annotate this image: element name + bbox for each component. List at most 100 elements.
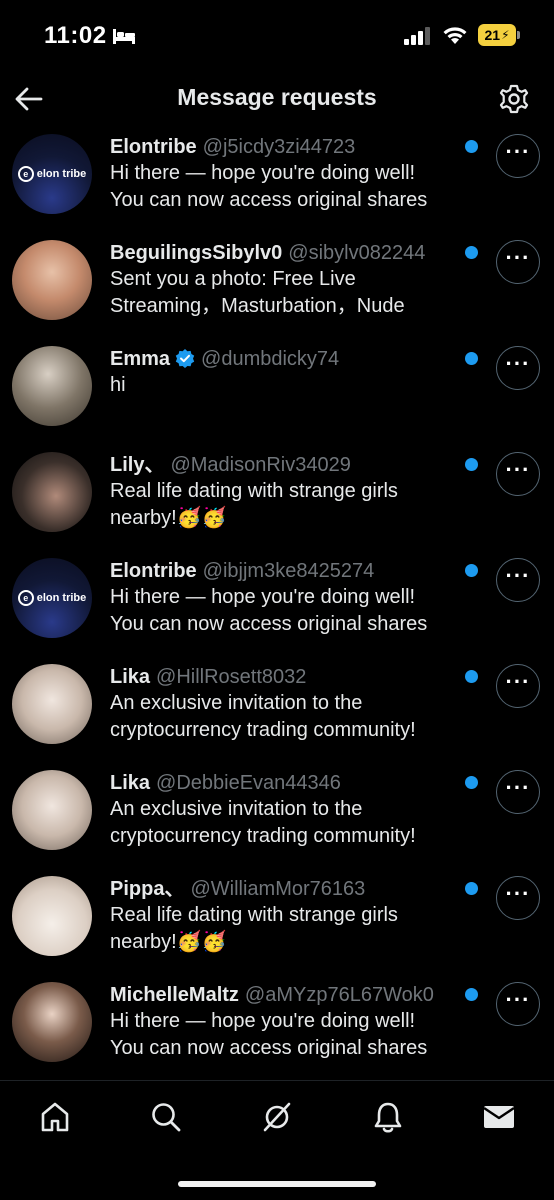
avatar[interactable]: [12, 770, 92, 850]
sender-name: Pippa、: [110, 878, 185, 900]
preview-line-1: Real life dating with strange girls: [110, 904, 398, 926]
battery-level: 21: [484, 27, 501, 43]
preview-line-1: Sent you a photo: Free Live: [110, 268, 356, 290]
sender-name: BeguilingsSibylv0: [110, 242, 283, 264]
gear-icon[interactable]: [498, 83, 530, 115]
more-options-button[interactable]: ···: [496, 558, 540, 602]
message-request-row[interactable]: Pippa、 @WilliamMor76163 Real life dating …: [0, 872, 554, 978]
bell-icon[interactable]: [370, 1099, 406, 1135]
sender-handle: @j5icdy3zi44723: [202, 136, 356, 158]
avatar[interactable]: e elon tribe: [12, 558, 92, 638]
sender-name: Emma: [110, 348, 171, 370]
search-icon[interactable]: [148, 1099, 184, 1135]
preview-line-2: cryptocurrency trading community!: [110, 825, 416, 847]
unread-dot-icon: [465, 246, 478, 259]
elon-tribe-logo: e elon tribe: [17, 590, 87, 606]
more-options-button[interactable]: ···: [496, 134, 540, 178]
message-request-row[interactable]: Lily、 @MadisonRiv34029 Real life dating w…: [0, 448, 554, 554]
home-indicator[interactable]: [178, 1181, 376, 1187]
row-header: Emma @dumbdicky74: [110, 346, 464, 372]
more-options-button[interactable]: ···: [496, 452, 540, 496]
avatar[interactable]: [12, 346, 92, 426]
elon-tribe-logo: e elon tribe: [17, 166, 86, 182]
sender-handle: @WilliamMor76163: [190, 878, 366, 900]
avatar[interactable]: [12, 982, 92, 1062]
message-preview: Sent you a photo: Free Live Streaming，Mas…: [110, 266, 470, 320]
sender-handle: @sibylv082244: [288, 242, 426, 264]
preview-line-2: nearby!🥳🥳: [110, 507, 227, 529]
avatar[interactable]: [12, 452, 92, 532]
unread-dot-icon: [465, 564, 478, 577]
message-request-row[interactable]: e elon tribe Elontribe @j5icdy3zi44723 Hi …: [0, 130, 554, 236]
message-preview: Hi there — hope you're doing well! You ca…: [110, 160, 470, 214]
avatar[interactable]: [12, 664, 92, 744]
sender-handle: @ibjjm3ke8425274: [202, 560, 375, 582]
sender-handle: @aMYzp76L67Wok0: [244, 984, 434, 1006]
more-options-button[interactable]: ···: [496, 876, 540, 920]
avatar[interactable]: [12, 240, 92, 320]
unread-dot-icon: [465, 882, 478, 895]
grok-icon[interactable]: [259, 1099, 295, 1135]
sender-name: Lily、: [110, 454, 165, 476]
sleep-focus-icon: [113, 29, 135, 44]
wifi-icon: [443, 27, 467, 44]
row-header: MichelleMaltz @aMYzp76L67Wok0: [110, 982, 464, 1008]
preview-line-2: Streaming，Masturbation，Nude: [110, 295, 405, 317]
preview-line-2: cryptocurrency trading community!: [110, 719, 416, 741]
more-options-button[interactable]: ···: [496, 346, 540, 390]
status-time: 11:02: [44, 22, 107, 49]
message-preview: Hi there — hope you're doing well! You ca…: [110, 1008, 470, 1062]
row-header: Lika @HillRosett8032: [110, 664, 464, 690]
message-preview: Hi there — hope you're doing well! You ca…: [110, 584, 470, 638]
message-preview: An exclusive invitation to the cryptocurr…: [110, 690, 470, 744]
avatar[interactable]: e elon tribe: [12, 134, 92, 214]
avatar[interactable]: [12, 876, 92, 956]
preview-line-2: nearby!🥳🥳: [110, 931, 227, 953]
sender-name: Elontribe: [110, 560, 197, 582]
elon-tribe-mark-icon: e: [17, 166, 34, 182]
unread-dot-icon: [465, 988, 478, 1001]
row-header: Lika @DebbieEvan44346: [110, 770, 464, 796]
preview-line-1: An exclusive invitation to the: [110, 692, 363, 714]
more-options-button[interactable]: ···: [496, 982, 540, 1026]
preview-line-2: You can now access original shares: [110, 1037, 428, 1059]
row-header: Elontribe @ibjjm3ke8425274: [110, 558, 464, 584]
message-request-row[interactable]: e elon tribe Elontribe @ibjjm3ke8425274 Hi…: [0, 554, 554, 660]
more-options-button[interactable]: ···: [496, 240, 540, 284]
message-preview: Real life dating with strange girls nearb…: [110, 478, 470, 532]
sender-name: Elontribe: [110, 136, 197, 158]
more-options-button[interactable]: ···: [496, 770, 540, 814]
message-preview: An exclusive invitation to the cryptocurr…: [110, 796, 470, 850]
signal-icon: [404, 27, 430, 45]
unread-dot-icon: [465, 776, 478, 789]
unread-dot-icon: [465, 140, 478, 153]
preview-line-2: You can now access original shares: [110, 189, 428, 211]
message-request-row[interactable]: Emma @dumbdicky74 hi ···: [0, 342, 554, 448]
row-header: BeguilingsSibylv0 @sibylv082244: [110, 240, 464, 266]
home-icon[interactable]: [37, 1099, 73, 1135]
page-title: Message requests: [177, 84, 377, 110]
message-request-row[interactable]: MichelleMaltz @aMYzp76L67Wok0 Hi there — …: [0, 978, 554, 1080]
sender-name: Lika: [110, 772, 151, 794]
preview-line-1: hi: [110, 374, 126, 396]
preview-line-1: An exclusive invitation to the: [110, 798, 363, 820]
preview-line-1: Hi there — hope you're doing well!: [110, 162, 416, 184]
row-header: Elontribe @j5icdy3zi44723: [110, 134, 464, 160]
sender-handle: @HillRosett8032: [156, 666, 307, 688]
message-preview: hi: [110, 372, 470, 399]
message-request-row[interactable]: BeguilingsSibylv0 @sibylv082244 Sent you …: [0, 236, 554, 342]
message-request-row[interactable]: Lika @HillRosett8032 An exclusive invitat…: [0, 660, 554, 766]
preview-line-2: You can now access original shares: [110, 613, 428, 635]
message-preview: Real life dating with strange girls nearb…: [110, 902, 470, 956]
more-options-button[interactable]: ···: [496, 664, 540, 708]
battery-indicator: 21 ⚡: [478, 24, 516, 46]
unread-dot-icon: [465, 458, 478, 471]
mail-icon[interactable]: [481, 1099, 517, 1135]
preview-line-1: Hi there — hope you're doing well!: [110, 1010, 416, 1032]
row-header: Lily、 @MadisonRiv34029: [110, 452, 464, 478]
sender-handle: @dumbdicky74: [201, 348, 340, 370]
sender-handle: @MadisonRiv34029: [170, 454, 351, 476]
message-request-row[interactable]: Lika @DebbieEvan44346 An exclusive invita…: [0, 766, 554, 872]
avatar-logo-text: elon tribe: [36, 592, 87, 604]
preview-line-1: Hi there — hope you're doing well!: [110, 586, 416, 608]
